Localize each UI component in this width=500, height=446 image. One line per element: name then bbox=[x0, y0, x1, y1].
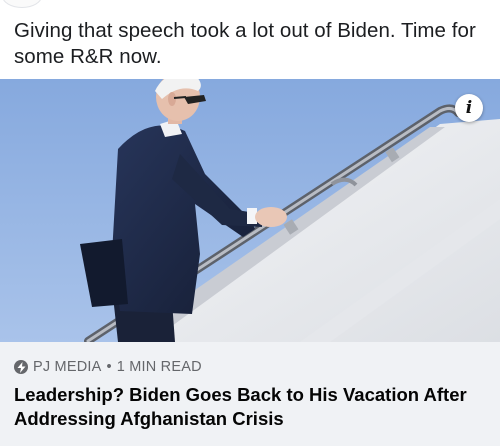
info-icon: i bbox=[465, 97, 473, 118]
meta-separator: • bbox=[106, 359, 112, 375]
read-time: 1 MIN READ bbox=[116, 359, 202, 375]
article-meta: PJ MEDIA • 1 MIN READ bbox=[14, 359, 202, 375]
avatar-edge bbox=[2, 0, 42, 8]
article-image[interactable]: i bbox=[0, 79, 500, 342]
lightning-bolt-icon bbox=[14, 360, 28, 374]
link-card-footer[interactable]: PJ MEDIA • 1 MIN READ Leadership? Biden … bbox=[0, 342, 500, 446]
article-headline[interactable]: Leadership? Biden Goes Back to His Vacat… bbox=[14, 383, 484, 431]
post-text: Giving that speech took a lot out of Bid… bbox=[14, 19, 476, 68]
link-preview-card[interactable]: i PJ MEDIA • 1 MIN READ Leadership? Bide… bbox=[0, 79, 500, 446]
source-name: PJ MEDIA bbox=[33, 359, 102, 375]
info-button[interactable]: i bbox=[455, 94, 483, 122]
photo-biden-stairs bbox=[0, 79, 500, 342]
